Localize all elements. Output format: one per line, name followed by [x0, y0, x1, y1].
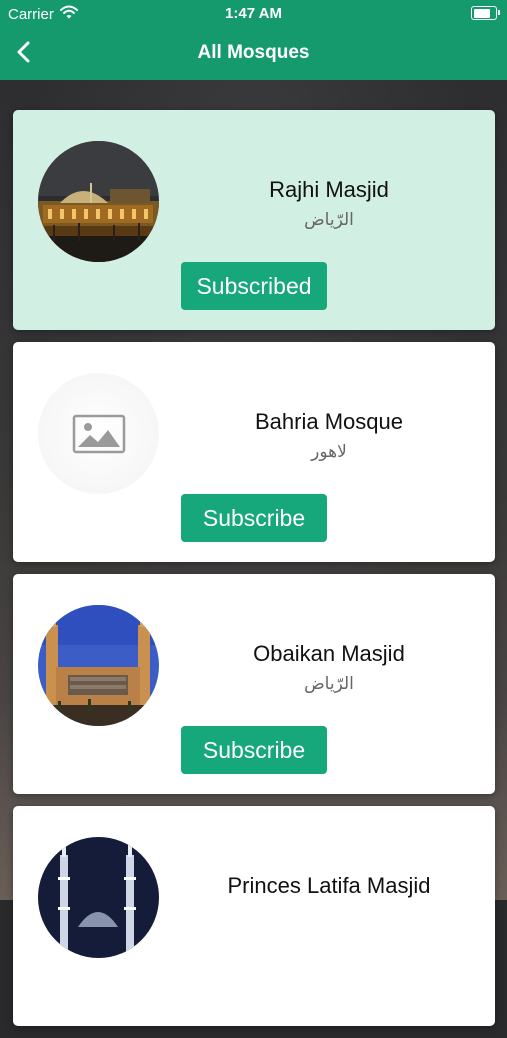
battery-level — [473, 8, 491, 18]
status-time: 1:47 AM — [225, 5, 282, 22]
page-title: All Mosques — [197, 42, 310, 63]
mosque-card[interactable]: Obaikan Masjid الرّياض Subscribe — [13, 574, 495, 794]
mosque-name: Princes Latifa Masjid — [227, 873, 431, 898]
mosque-city: الرّياض — [304, 210, 354, 230]
status-bar: Carrier 1:47 AM — [0, 0, 507, 28]
mosque-image — [38, 605, 159, 726]
battery-icon — [471, 6, 500, 20]
mosque-city: لاهور — [311, 442, 347, 462]
mosque-name: Bahria Mosque — [255, 409, 403, 434]
image-placeholder-icon — [72, 414, 125, 453]
mosque-card[interactable]: Princes Latifa Masjid — [13, 806, 495, 1026]
mosque-image — [38, 837, 159, 958]
subscribe-button[interactable]: Subscribe — [181, 726, 327, 774]
mosque-name: Obaikan Masjid — [253, 641, 405, 666]
mosque-image — [38, 373, 159, 494]
navigation-bar: All Mosques — [0, 28, 507, 80]
mosque-list[interactable]: Rajhi Masjid الرّياض Subscribed Bahria M… — [13, 110, 495, 1038]
mosque-card[interactable]: Bahria Mosque لاهور Subscribe — [13, 342, 495, 562]
mosque-image — [38, 141, 159, 262]
mosque-city: الرّياض — [304, 674, 354, 694]
mosque-card[interactable]: Rajhi Masjid الرّياض Subscribed — [13, 110, 495, 330]
mosque-name: Rajhi Masjid — [269, 177, 389, 202]
subscribed-button[interactable]: Subscribed — [181, 262, 327, 310]
subscribe-button[interactable]: Subscribe — [181, 494, 327, 542]
